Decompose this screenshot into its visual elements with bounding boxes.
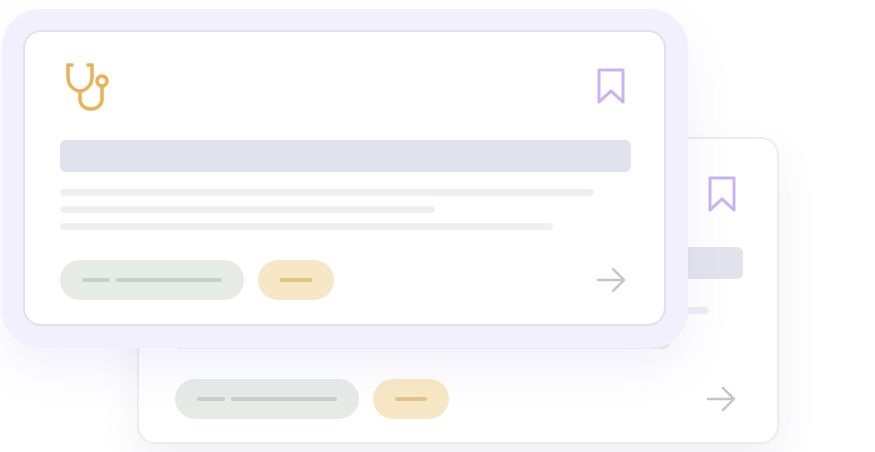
text-placeholder: [60, 223, 553, 230]
tag-placeholder-yellow: [258, 260, 334, 300]
tag-placeholder-yellow: [373, 379, 449, 419]
arrow-right-icon[interactable]: [595, 265, 629, 300]
front-card[interactable]: [23, 30, 666, 326]
bookmark-icon[interactable]: [707, 175, 737, 218]
stethoscope-icon: [64, 61, 120, 118]
tag-placeholder-grey: [60, 260, 244, 300]
text-placeholder: [60, 206, 435, 213]
illustration-stage: [0, 0, 875, 452]
text-placeholder: [60, 189, 594, 196]
title-placeholder: [60, 140, 631, 172]
bookmark-icon[interactable]: [596, 67, 626, 110]
arrow-right-icon[interactable]: [705, 384, 739, 419]
tag-placeholder-grey: [175, 379, 359, 419]
